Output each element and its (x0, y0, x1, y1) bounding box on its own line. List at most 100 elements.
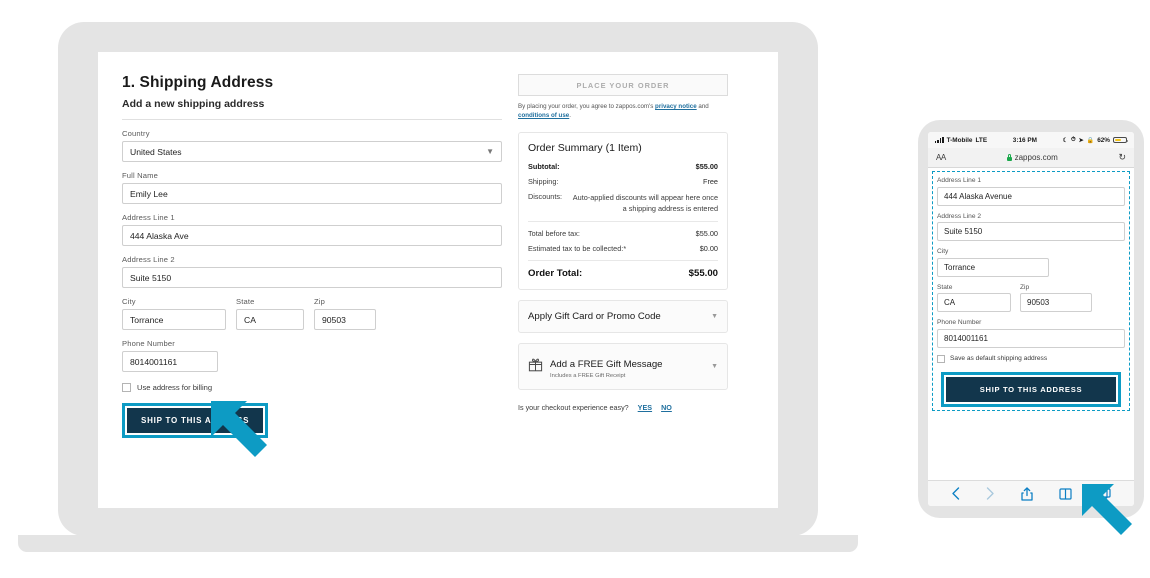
feedback-row: Is your checkout experience easy? YES NO (518, 403, 728, 412)
gift-box-icon (528, 357, 543, 377)
carrier-label: T-Mobile (946, 136, 973, 144)
signal-bars-icon (935, 137, 944, 143)
feedback-yes-link[interactable]: YES (638, 403, 652, 412)
phone-address1-field: Address Line 1 444 Alaska Avenue (937, 177, 1125, 206)
country-value: United States (130, 146, 182, 157)
clock-label: 3:16 PM (1012, 136, 1037, 144)
status-right: ☾ ⏱ ➤ 🔒 62% (1062, 136, 1129, 144)
city-label: City (122, 297, 136, 306)
laptop-base (18, 535, 858, 552)
country-select[interactable]: United States ▼ (122, 141, 502, 162)
place-your-order-button[interactable]: PLACE YOUR ORDER (518, 74, 728, 96)
phone-annotation-arrow (1082, 484, 1132, 535)
alarm-icon: ⏱ (1070, 136, 1076, 143)
country-label: Country (122, 129, 150, 138)
address1-label: Address Line 1 (122, 213, 175, 222)
phone-city-input[interactable]: Torrance (937, 257, 1049, 277)
phone-state-input[interactable]: CA (937, 293, 1011, 312)
city-input[interactable]: Torrance (122, 309, 226, 330)
feedback-no-link[interactable]: NO (661, 403, 672, 412)
summary-divider-1 (528, 221, 718, 223)
address1-input[interactable]: 444 Alaska Ave (122, 225, 502, 246)
share-icon[interactable] (1021, 486, 1033, 501)
gift-message-sublabel: Includes a FREE Gift Receipt (550, 373, 626, 380)
address2-label: Address Line 2 (122, 255, 175, 264)
phone-default-checkbox-row[interactable]: Save as default shipping address (937, 354, 1125, 363)
bookmarks-icon[interactable] (1059, 487, 1072, 500)
privacy-notice-link[interactable]: privacy notice (655, 103, 697, 110)
summary-line-estimated-tax: Estimated tax to be collected:* $0.00 (528, 244, 718, 253)
url-display[interactable]: zappos.com (1006, 153, 1058, 162)
phone-address2-field: Address Line 2 Suite 5150 (937, 212, 1125, 241)
phone-address2-input[interactable]: Suite 5150 (937, 222, 1125, 241)
chevron-down-icon: ▼ (711, 313, 718, 321)
zip-input[interactable]: 90503 (314, 309, 376, 330)
phone-address2-label: Address Line 2 (937, 212, 981, 220)
feedback-question: Is your checkout experience easy? (518, 403, 629, 413)
billing-checkbox-label: Use address for billing (137, 383, 213, 392)
fullname-input[interactable]: Emily Lee (122, 183, 502, 204)
back-icon[interactable] (951, 487, 960, 500)
gift-message-text: Add a FREE Gift Message Includes a FREE … (550, 354, 663, 379)
order-total-value: $55.00 (688, 268, 718, 280)
forward-icon[interactable] (986, 487, 995, 500)
phone-state-zip-row: State CA Zip 90503 (937, 283, 1125, 312)
summary-line-total-before-tax: Total before tax: $55.00 (528, 229, 718, 238)
estimated-tax-label: Estimated tax to be collected:* (528, 244, 627, 254)
discounts-value: Auto-applied discounts will appear here … (572, 192, 718, 213)
state-field: State CA (236, 297, 304, 330)
phone-phone-input[interactable]: 8014001161 (937, 328, 1125, 348)
legal-middle: and (696, 103, 709, 110)
state-input[interactable]: CA (236, 309, 304, 330)
zip-label: Zip (314, 297, 325, 306)
zip-field: Zip 90503 (314, 297, 376, 330)
total-before-tax-value: $55.00 (695, 229, 718, 239)
safari-url-bar[interactable]: AA zappos.com ↻ (928, 148, 1134, 168)
summary-divider-2 (528, 260, 718, 262)
summary-line-discounts: Discounts: Auto-applied discounts will a… (528, 192, 718, 215)
conditions-of-use-link[interactable]: conditions of use (518, 112, 569, 119)
lock-rotation-icon: 🔒 (1086, 137, 1095, 144)
fullname-field: Full Name Emily Lee (122, 171, 502, 204)
phone-ship-to-this-address-button[interactable]: SHIP TO THIS ADDRESS (946, 376, 1116, 402)
network-label: LTE (975, 136, 988, 144)
order-summary-panel: PLACE YOUR ORDER By placing your order, … (518, 74, 728, 438)
discounts-label: Discounts: (528, 191, 563, 201)
shipping-value: Free (702, 176, 718, 186)
phone-city-label: City (937, 248, 949, 255)
billing-checkbox-row[interactable]: Use address for billing (122, 383, 502, 392)
phone-state-label: State (937, 283, 953, 291)
battery-percent-label: 62% (1097, 136, 1110, 144)
promo-code-accordion[interactable]: Apply Gift Card or Promo Code ▼ (518, 300, 728, 334)
chevron-down-icon: ▼ (486, 146, 494, 156)
form-subtitle: Add a new shipping address (122, 98, 502, 120)
checkbox-icon[interactable] (937, 354, 945, 363)
lock-icon (1006, 154, 1012, 161)
phone-device: T-Mobile LTE 3:16 PM ☾ ⏱ ➤ 🔒 62% AA zapp… (918, 120, 1144, 518)
summary-line-subtotal: Subtotal: $55.00 (528, 162, 718, 171)
city-state-zip-row: City Torrance State CA Zip 90503 (122, 297, 502, 330)
phone-field: Phone Number 8014001161 (122, 339, 502, 372)
text-size-button[interactable]: AA (936, 153, 946, 162)
total-before-tax-label: Total before tax: (528, 229, 580, 239)
subtotal-value: $55.00 (695, 161, 718, 171)
laptop-screen: 1. Shipping Address Add a new shipping a… (98, 52, 778, 508)
phone-zip-label: Zip (1020, 283, 1030, 291)
checkout-page: 1. Shipping Address Add a new shipping a… (98, 52, 778, 438)
checkbox-icon[interactable] (122, 383, 131, 392)
phone-address1-input[interactable]: 444 Alaska Avenue (937, 186, 1125, 206)
address2-input[interactable]: Suite 5150 (122, 267, 502, 288)
url-text: zappos.com (1014, 153, 1058, 162)
moon-icon: ☾ (1062, 137, 1068, 144)
phone-zip-input[interactable]: 90503 (1020, 293, 1092, 312)
phone-status-bar: T-Mobile LTE 3:16 PM ☾ ⏱ ➤ 🔒 62% (928, 132, 1134, 148)
gift-message-accordion[interactable]: Add a FREE Gift Message Includes a FREE … (518, 343, 728, 391)
summary-card: Order Summary (1 Item) Subtotal: $55.00 … (518, 131, 728, 291)
phone-input[interactable]: 8014001161 (122, 351, 218, 372)
address1-field: Address Line 1 444 Alaska Ave (122, 213, 502, 246)
phone-ship-button-highlight: SHIP TO THIS ADDRESS (941, 371, 1121, 407)
phone-shipping-form: Address Line 1 444 Alaska Avenue Address… (928, 168, 1134, 411)
reload-icon[interactable]: ↻ (1118, 152, 1126, 163)
summary-title: Order Summary (1 Item) (528, 141, 642, 154)
subtotal-label: Subtotal: (528, 161, 560, 171)
